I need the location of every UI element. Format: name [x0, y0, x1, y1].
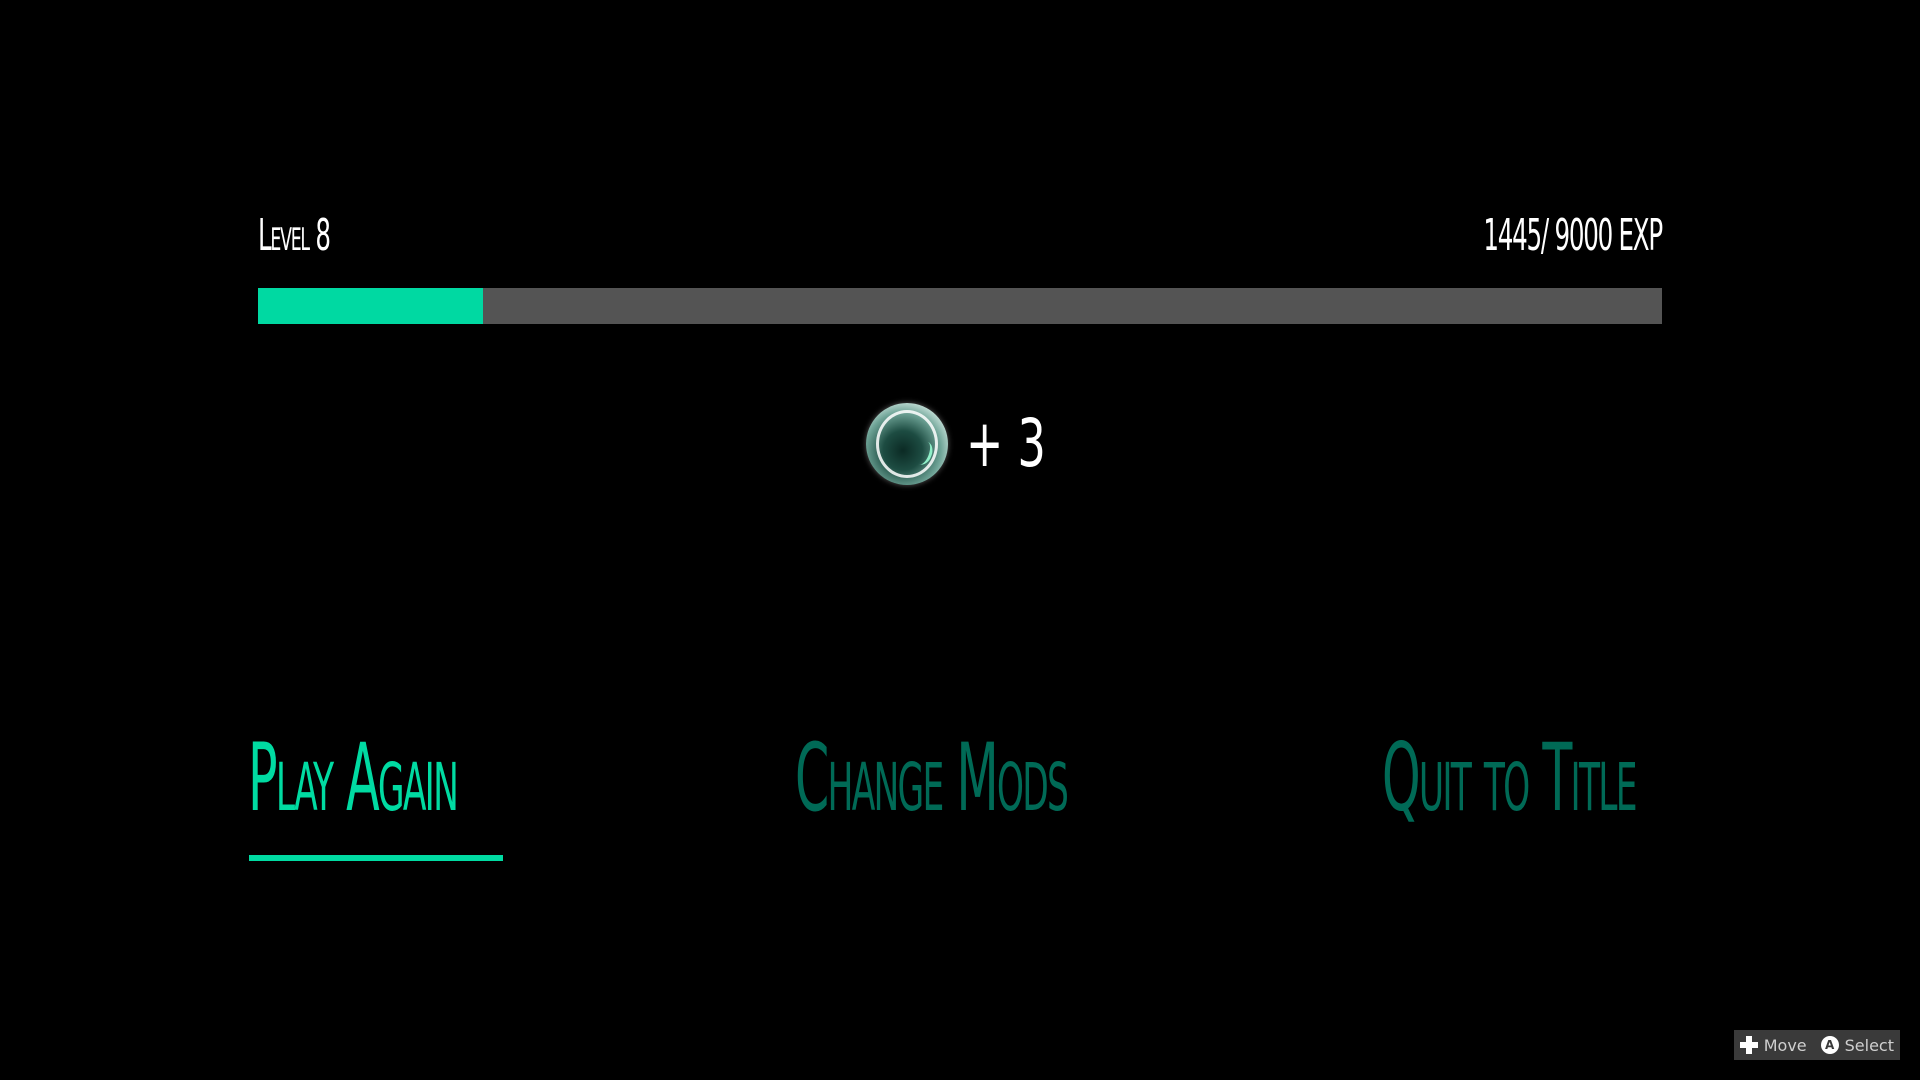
results-screen: Level 8 1445/ 9000 EXP + 3 Play Again Ch… [0, 0, 1920, 1080]
dpad-icon [1739, 1036, 1758, 1054]
a-button-icon: A [1820, 1036, 1839, 1054]
play-again-button[interactable]: Play Again [248, 732, 609, 862]
selection-underline [249, 855, 503, 861]
quit-to-title-button[interactable]: Quit to Title [1382, 732, 1819, 862]
select-hint: A Select [1820, 1035, 1894, 1055]
orb-glint [911, 438, 936, 468]
reward-amount: + 3 [966, 405, 1046, 482]
controller-hints: Move A Select [1733, 1030, 1900, 1060]
level-label: Level 8 [258, 210, 331, 261]
orb-icon [866, 403, 948, 485]
change-mods-label: Change Mods [795, 724, 1069, 833]
move-hint: Move [1739, 1035, 1807, 1055]
play-again-label: Play Again [248, 724, 459, 833]
reward: + 3 [866, 402, 1072, 486]
quit-to-title-label: Quit to Title [1382, 724, 1637, 833]
select-hint-label: Select [1844, 1035, 1894, 1055]
move-hint-label: Move [1763, 1035, 1807, 1055]
exp-progress-bar [258, 288, 1662, 324]
exp-label: 1445/ 9000 EXP [1483, 210, 1663, 261]
change-mods-button[interactable]: Change Mods [795, 732, 1264, 862]
exp-progress-fill [258, 288, 484, 324]
